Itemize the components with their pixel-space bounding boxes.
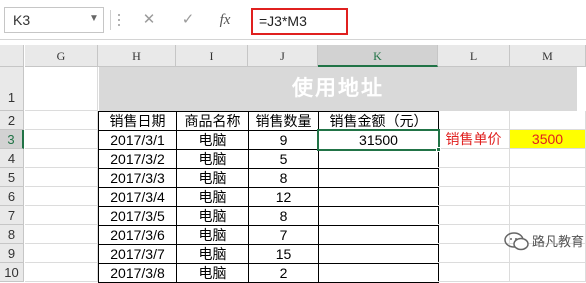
select-all-corner[interactable] [0, 45, 24, 67]
cell-quantity[interactable]: 8 [248, 206, 319, 226]
column-header-i[interactable]: I [176, 45, 248, 67]
cell-date[interactable]: 2017/3/4 [98, 187, 177, 207]
row-header-4[interactable]: 4 [0, 149, 24, 168]
cell-g2[interactable] [25, 111, 98, 130]
cell-quantity[interactable]: 9 [248, 130, 319, 150]
watermark: 路凡教育 [504, 231, 584, 253]
column-header-m[interactable]: M [510, 45, 586, 67]
cell-quantity[interactable]: 7 [248, 225, 319, 245]
unit-price-label[interactable]: 销售单价 [438, 130, 510, 149]
cell-quantity[interactable]: 2 [248, 263, 319, 283]
header-sales-date[interactable]: 销售日期 [98, 111, 177, 131]
cell-date[interactable]: 2017/3/5 [98, 206, 177, 226]
cell-l5[interactable] [438, 168, 510, 187]
cell-product[interactable]: 电脑 [176, 206, 249, 226]
header-product-name[interactable]: 商品名称 [176, 111, 249, 131]
cell-l9[interactable] [438, 244, 510, 263]
row-header-5[interactable]: 5 [0, 168, 24, 187]
cell-l2[interactable] [438, 111, 510, 130]
cell-m6[interactable] [510, 187, 586, 206]
watermark-text: 路凡教育 [532, 234, 585, 249]
cell-amount[interactable] [318, 206, 439, 226]
active-cell-outline [317, 129, 440, 151]
cell-g8[interactable] [25, 225, 98, 244]
row-header-3[interactable]: 3 [0, 130, 24, 149]
cell-product[interactable]: 电脑 [176, 187, 249, 207]
row-header-7[interactable]: 7 [0, 206, 24, 225]
column-header-h[interactable]: H [98, 45, 176, 67]
insert-function-button[interactable]: fx [215, 9, 235, 31]
column-header-k[interactable]: K [318, 45, 438, 67]
cell-date[interactable]: 2017/3/8 [98, 263, 177, 283]
cell-l7[interactable] [438, 206, 510, 225]
header-sales-amount[interactable]: 销售金额（元） [318, 111, 439, 131]
cell-amount[interactable] [318, 168, 439, 188]
cell-quantity[interactable]: 15 [248, 244, 319, 264]
cell-g4[interactable] [25, 149, 98, 168]
wechat-icon [504, 232, 529, 251]
cell-m4[interactable] [510, 149, 586, 168]
cell-g7[interactable] [25, 206, 98, 225]
row-header-8[interactable]: 8 [0, 225, 24, 244]
cell-date[interactable]: 2017/3/1 [98, 130, 177, 150]
cell-product[interactable]: 电脑 [176, 225, 249, 245]
cell-g5[interactable] [25, 168, 98, 187]
cell-l10[interactable] [438, 263, 510, 282]
row-header-1[interactable]: 1 [0, 67, 24, 111]
formula-input[interactable]: =J3*M3 [251, 8, 348, 35]
cell-product[interactable]: 电脑 [176, 130, 249, 150]
column-header-l[interactable]: L [438, 45, 510, 67]
column-header-g[interactable]: G [25, 45, 98, 67]
cell-l8[interactable] [438, 225, 510, 244]
cell-g9[interactable] [25, 244, 98, 263]
row-header-10[interactable]: 10 [0, 263, 24, 282]
cell-m7[interactable] [510, 206, 586, 225]
cell-m2[interactable] [510, 111, 586, 130]
cell-g6[interactable] [25, 187, 98, 206]
enter-icon[interactable]: ✓ [178, 9, 198, 31]
cell-m5[interactable] [510, 168, 586, 187]
cell-g10[interactable] [25, 263, 98, 282]
cancel-icon[interactable]: ✕ [139, 9, 159, 31]
cell-quantity[interactable]: 12 [248, 187, 319, 207]
cell-product[interactable]: 电脑 [176, 168, 249, 188]
chevron-down-icon[interactable]: ▼ [88, 9, 100, 29]
cell-product[interactable]: 电脑 [176, 244, 249, 264]
cell-g1[interactable] [25, 67, 98, 111]
row-header-6[interactable]: 6 [0, 187, 24, 206]
cell-amount[interactable] [318, 187, 439, 207]
cell-date[interactable]: 2017/3/7 [98, 244, 177, 264]
sheet-title[interactable]: 使用地址 [99, 67, 577, 111]
unit-price-value[interactable]: 3500 [510, 130, 586, 149]
cell-product[interactable]: 电脑 [176, 263, 249, 283]
cell-amount[interactable] [318, 225, 439, 245]
cell-amount[interactable] [318, 263, 439, 283]
cell-date[interactable]: 2017/3/2 [98, 149, 177, 169]
cell-g3[interactable] [25, 130, 98, 149]
cell-product[interactable]: 电脑 [176, 149, 249, 169]
drag-handle-icon[interactable] [116, 12, 122, 28]
divider [110, 10, 111, 30]
row-header-2[interactable]: 2 [0, 111, 24, 130]
cell-quantity[interactable]: 8 [248, 168, 319, 188]
row-header-9[interactable]: 9 [0, 244, 24, 263]
column-header-j[interactable]: J [248, 45, 318, 67]
cell-l6[interactable] [438, 187, 510, 206]
fill-handle[interactable] [436, 147, 441, 152]
cell-date[interactable]: 2017/3/6 [98, 225, 177, 245]
header-sales-quantity[interactable]: 销售数量 [248, 111, 319, 131]
cell-amount[interactable] [318, 244, 439, 264]
cell-quantity[interactable]: 5 [248, 149, 319, 169]
cell-date[interactable]: 2017/3/3 [98, 168, 177, 188]
cell-amount[interactable] [318, 149, 439, 169]
cell-m10[interactable] [510, 263, 586, 282]
cell-l4[interactable] [438, 149, 510, 168]
